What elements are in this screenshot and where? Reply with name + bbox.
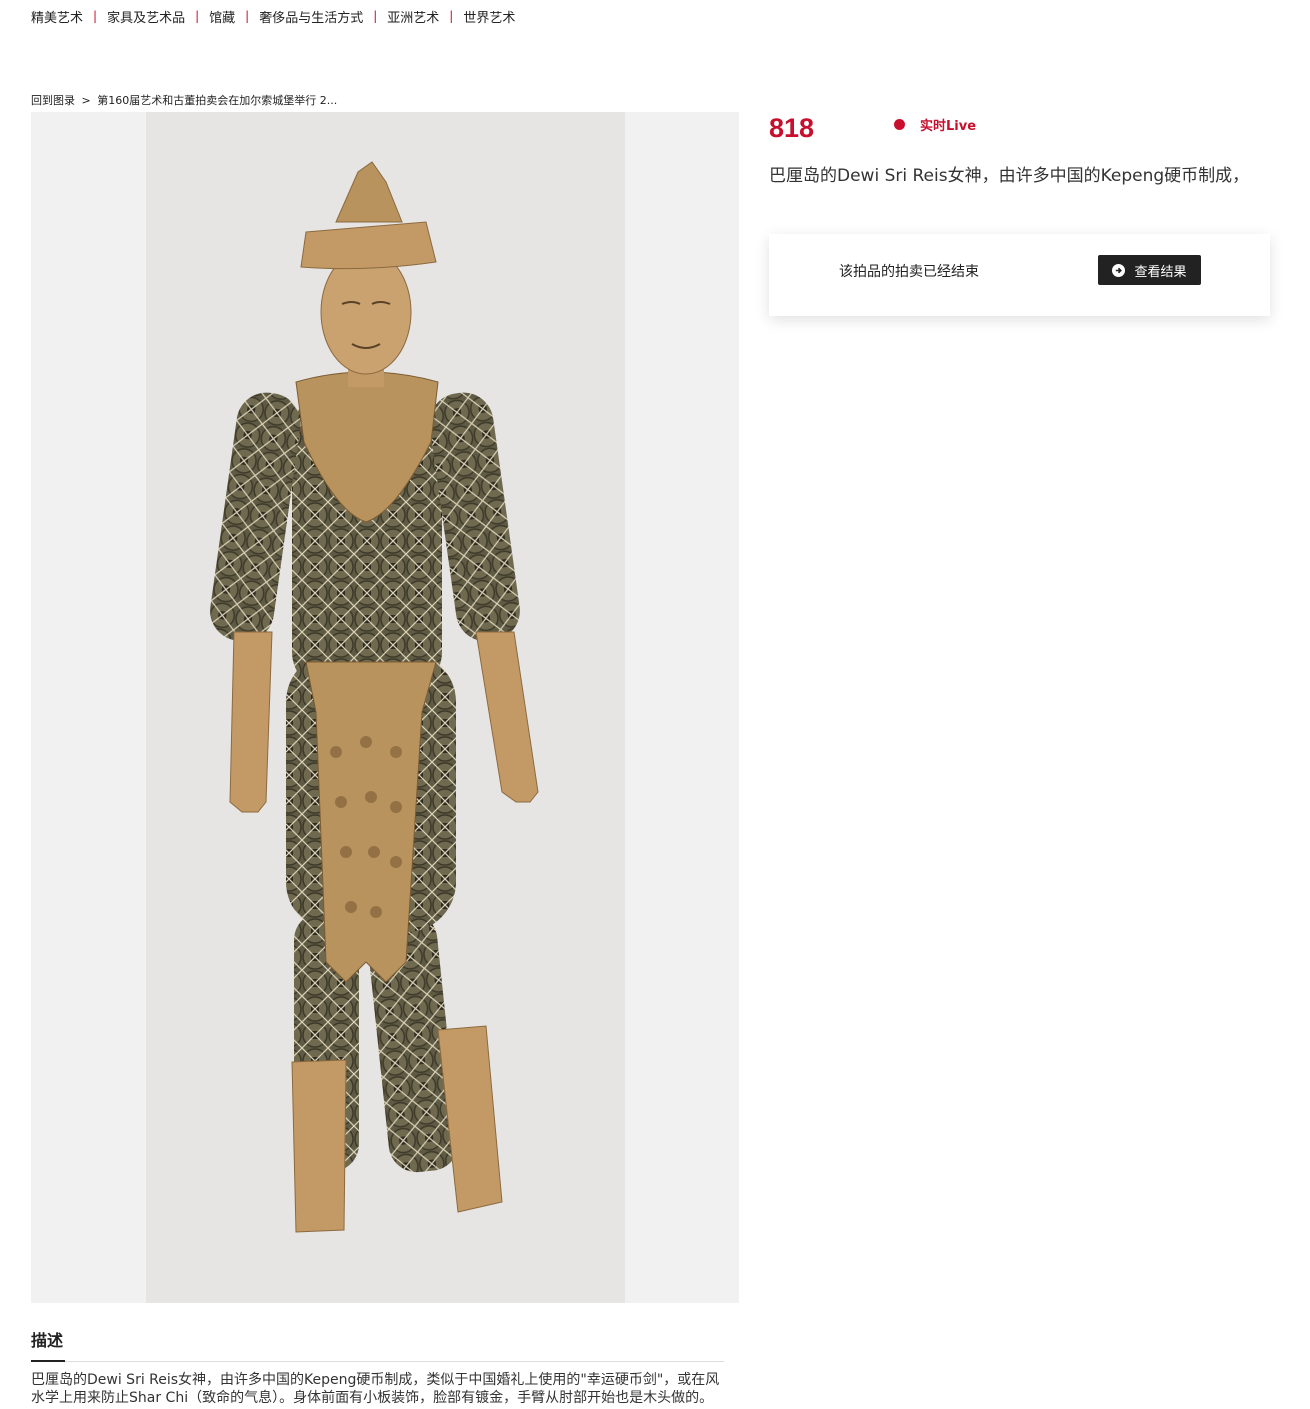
- auction-status-card: 该拍品的拍卖已经结束 查看结果: [769, 234, 1270, 316]
- description-text: 巴厘岛的Dewi Sri Reis女神，由许多中国的Kepeng硬币制成，类似于…: [31, 1372, 720, 1406]
- live-dot-icon: [894, 119, 905, 130]
- nav-separator: |: [449, 9, 454, 23]
- lot-number: 818: [769, 113, 815, 143]
- breadcrumb: 回到图录 > 第160届艺术和古董拍卖会在加尔索城堡举行 2...: [31, 92, 337, 108]
- nav-item-fine-art[interactable]: 精美艺术: [31, 7, 83, 26]
- lot-title: 巴厘岛的Dewi Sri Reis女神，由许多中国的Kepeng硬币制成，: [769, 166, 1250, 186]
- nav-separator: |: [373, 9, 378, 23]
- nav-item-furniture-art[interactable]: 家具及艺术品: [107, 7, 185, 26]
- view-results-label: 查看结果: [1134, 264, 1187, 280]
- top-navigation: 精美艺术 | 家具及艺术品 | 馆藏 | 奢侈品与生活方式 | 亚洲艺术 | 世…: [31, 6, 515, 26]
- nav-item-asian-art[interactable]: 亚洲艺术: [387, 7, 439, 26]
- description-tab-underline: [31, 1360, 65, 1362]
- image-caption-mark: [368, 1296, 408, 1302]
- breadcrumb-back-to-catalog[interactable]: 回到图录: [31, 94, 75, 107]
- description-divider: [65, 1361, 724, 1362]
- live-indicator[interactable]: 实时Live: [894, 115, 976, 134]
- breadcrumb-current-auction[interactable]: 第160届艺术和古董拍卖会在加尔索城堡举行 2...: [97, 94, 337, 107]
- description-heading[interactable]: 描述: [31, 1327, 63, 1351]
- view-results-button[interactable]: 查看结果: [1098, 255, 1201, 285]
- nav-item-world-art[interactable]: 世界艺术: [463, 7, 515, 26]
- auction-ended-message: 该拍品的拍卖已经结束: [839, 264, 979, 280]
- nav-separator: |: [195, 9, 200, 23]
- lot-image-viewer[interactable]: [31, 112, 739, 1303]
- dewi-sri-figure-image: [210, 161, 539, 1233]
- lot-image[interactable]: [146, 112, 625, 1303]
- nav-item-collections[interactable]: 馆藏: [209, 7, 235, 26]
- arrow-circle-right-icon: [1112, 263, 1126, 277]
- nav-separator: |: [93, 9, 98, 23]
- live-label: 实时Live: [920, 119, 977, 134]
- breadcrumb-separator: >: [81, 94, 91, 107]
- nav-separator: |: [245, 9, 250, 23]
- nav-item-luxury-lifestyle[interactable]: 奢侈品与生活方式: [259, 7, 363, 26]
